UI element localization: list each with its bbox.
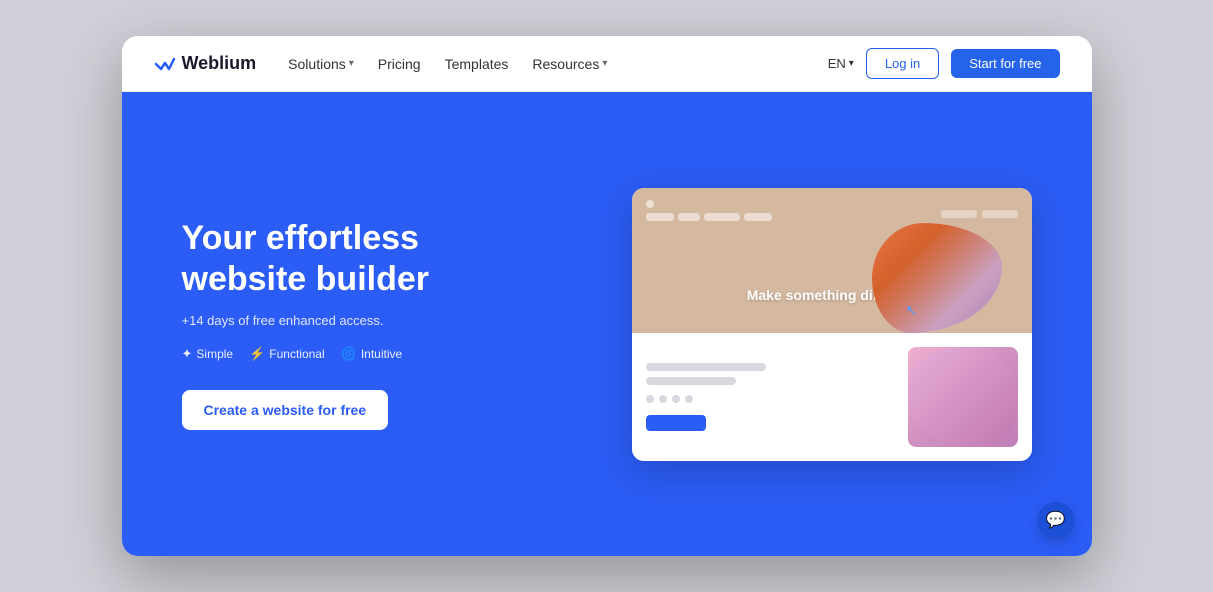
feature-intuitive-label: Intuitive [361, 347, 402, 361]
hero-subtitle: +14 days of free enhanced access. [182, 313, 542, 328]
preview-top: Make something different ↖ [632, 188, 1032, 333]
bar-right-1 [941, 210, 977, 218]
logo[interactable]: Weblium [154, 53, 257, 74]
chevron-down-icon-3: ▾ [849, 58, 854, 69]
bar-3 [704, 213, 740, 221]
blob-shape-bottom [908, 347, 1018, 447]
preview-bars [646, 213, 772, 221]
chat-bubble-button[interactable]: 💬 [1038, 502, 1074, 538]
skeleton-dot-3 [672, 395, 680, 403]
browser-window: Weblium Solutions ▾ Pricing Templates Re… [122, 36, 1092, 556]
hero-preview: Make something different ↖ [542, 188, 1032, 461]
language-selector[interactable]: EN ▾ [828, 56, 854, 71]
skeleton-line-2 [646, 377, 736, 385]
blob-shape-top [872, 223, 1002, 333]
start-free-button[interactable]: Start for free [951, 49, 1059, 78]
nav-templates-label: Templates [445, 56, 509, 72]
dot-1 [646, 200, 654, 208]
hero-section: Your effortless website builder +14 days… [122, 92, 1092, 556]
nav-pricing-label: Pricing [378, 56, 421, 72]
feature-functional: ⚡ Functional [249, 346, 325, 362]
chat-icon: 💬 [1046, 510, 1066, 530]
lang-label: EN [828, 56, 846, 71]
preview-blob-top [872, 223, 1002, 333]
bar-2 [678, 213, 700, 221]
chevron-down-icon: ▾ [349, 58, 354, 69]
bar-right-2 [982, 210, 1018, 218]
bar-1 [646, 213, 674, 221]
nav-templates[interactable]: Templates [445, 56, 509, 72]
bar-4 [744, 213, 772, 221]
nav-resources[interactable]: Resources ▾ [532, 56, 607, 72]
skeleton-dot-4 [685, 395, 693, 403]
nav-links: Solutions ▾ Pricing Templates Resources … [288, 56, 828, 72]
preview-controls [646, 200, 772, 208]
weblium-logo-icon [154, 55, 176, 73]
create-website-button[interactable]: Create a website for free [182, 390, 389, 430]
navbar: Weblium Solutions ▾ Pricing Templates Re… [122, 36, 1092, 92]
skeleton-dot-2 [659, 395, 667, 403]
simple-icon: ✦ [182, 346, 193, 362]
preview-bottom [632, 333, 1032, 461]
nav-right: EN ▾ Log in Start for free [828, 48, 1060, 79]
preview-blob-bottom [908, 347, 1018, 447]
chevron-down-icon-2: ▾ [602, 58, 607, 69]
feature-functional-label: Functional [269, 347, 324, 361]
preview-card: Make something different ↖ [632, 188, 1032, 461]
preview-bottom-left [646, 347, 896, 447]
intuitive-icon: 🌀 [341, 346, 357, 362]
nav-solutions-label: Solutions [288, 56, 346, 72]
cursor-icon: ↖ [906, 302, 922, 318]
login-button[interactable]: Log in [866, 48, 939, 79]
nav-solutions[interactable]: Solutions ▾ [288, 56, 354, 72]
feature-simple-label: Simple [196, 347, 233, 361]
feature-intuitive: 🌀 Intuitive [341, 346, 403, 362]
feature-simple: ✦ Simple [182, 346, 234, 362]
skeleton-line-1 [646, 363, 766, 371]
hero-features: ✦ Simple ⚡ Functional 🌀 Intuitive [182, 346, 542, 362]
functional-icon: ⚡ [249, 346, 265, 362]
nav-resources-label: Resources [532, 56, 599, 72]
skeleton-button [646, 415, 706, 431]
brand-name: Weblium [182, 53, 257, 74]
skeleton-dot-1 [646, 395, 654, 403]
hero-title: Your effortless website builder [182, 218, 542, 300]
hero-content: Your effortless website builder +14 days… [182, 218, 542, 431]
nav-pricing[interactable]: Pricing [378, 56, 421, 72]
skeleton-dots [646, 395, 896, 403]
